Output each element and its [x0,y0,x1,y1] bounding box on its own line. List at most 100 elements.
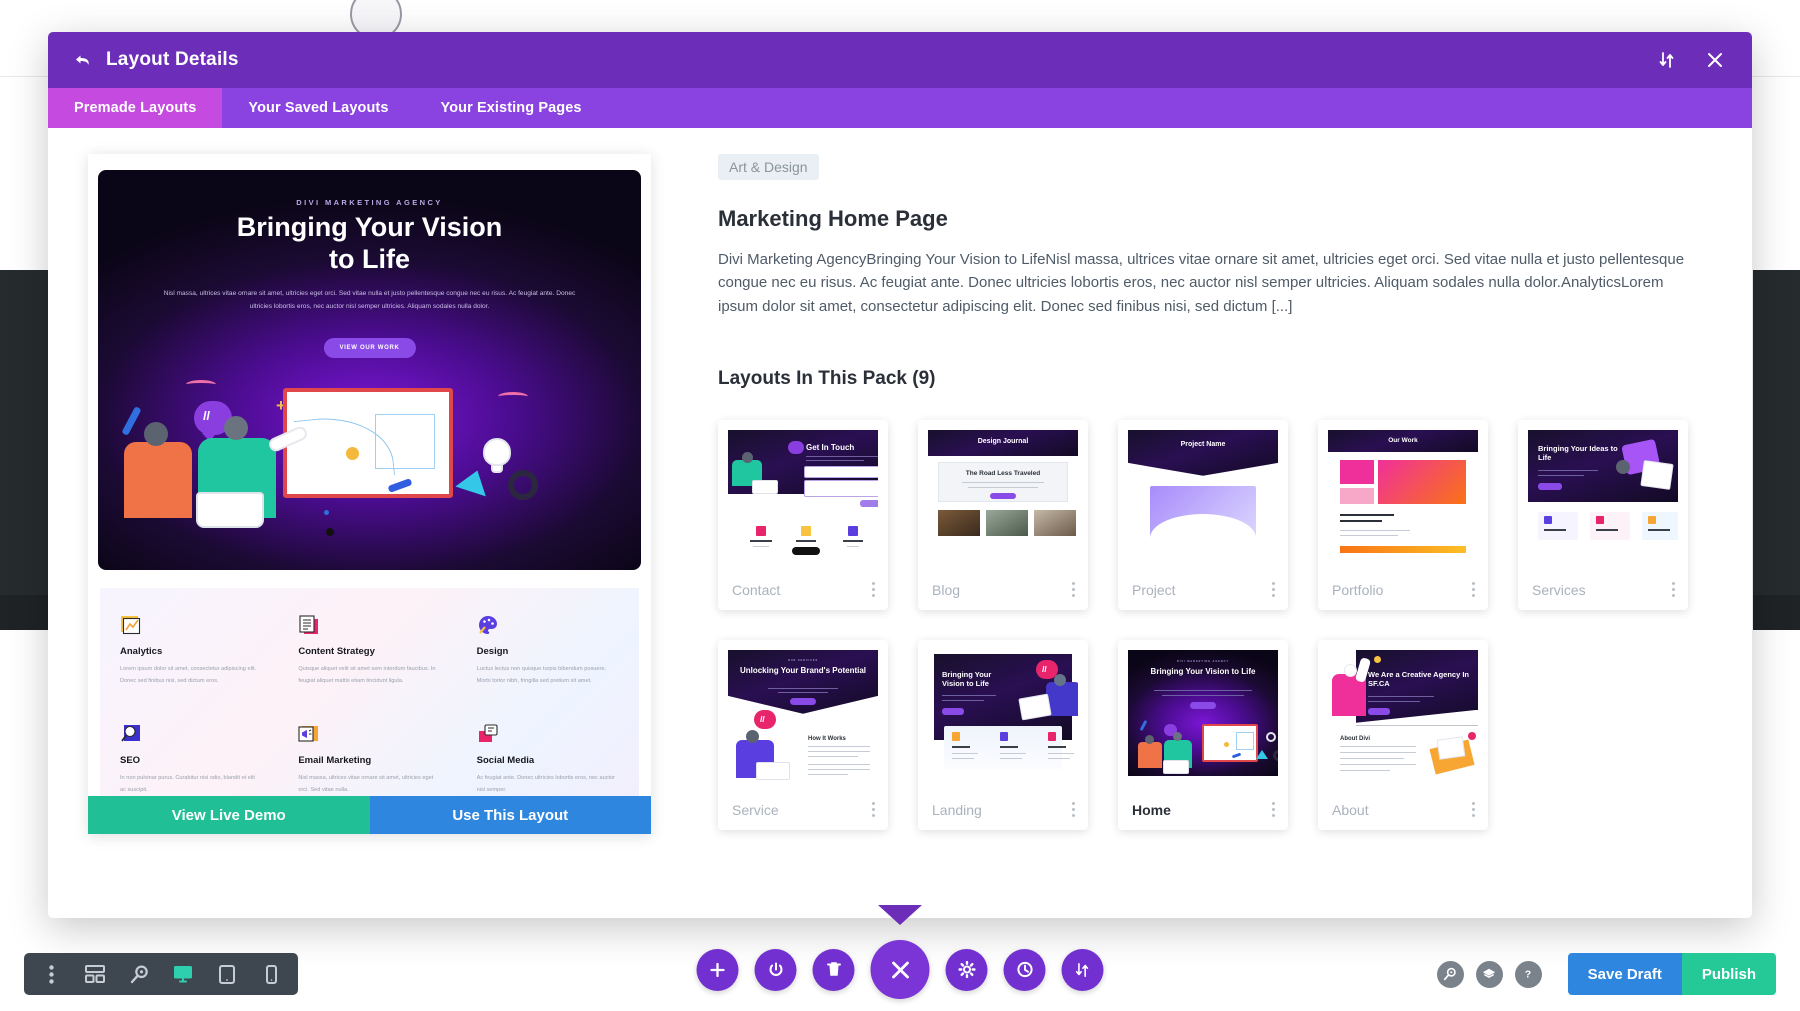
preview-service-title: Content Strategy [298,646,375,657]
sort-icon[interactable] [1061,948,1104,991]
close-icon[interactable] [870,940,930,999]
back-arrow-icon[interactable] [70,47,96,73]
layout-card-menu-icon[interactable] [1072,582,1075,598]
palette-icon [477,614,499,636]
help-icon[interactable]: ? [1514,960,1542,988]
layout-card-home[interactable]: DIVI MARKETING AGENCY Bringing Your Visi… [1118,639,1288,830]
hero-triangle-icon [455,465,493,497]
background-dark-block-right [1753,270,1800,600]
thumb-heading: Bringing Your Vision to Life [1150,666,1256,676]
close-x-icon[interactable] [1700,45,1730,75]
preview-service-text: Luctus lectus non quisque turpis bibendu… [476,666,607,684]
layout-description: Divi Marketing AgencyBringing Your Visio… [718,251,1685,315]
layout-card-name: Contact [732,581,781,598]
modal-tabbar: Premade Layouts Your Saved Layouts Your … [48,88,1752,128]
use-this-layout-button[interactable]: Use This Layout [369,796,651,834]
layout-preview-column: DIVI MARKETING AGENCY Bringing Your Visi… [48,128,678,918]
layout-thumb-portfolio: Our Work [1328,429,1478,570]
tab-premade-layouts[interactable]: Premade Layouts [48,88,223,128]
publish-button[interactable]: Publish [1681,953,1776,995]
preview-service-email-marketing: Email Marketing Nisl massa, ultrices vit… [286,711,452,796]
settings-icon[interactable] [945,948,988,991]
preview-service-title: Design [476,646,509,657]
hero-person-orange [124,442,192,518]
layout-card-menu-icon[interactable] [1472,582,1475,598]
layout-card-services[interactable]: Bringing Your Ideas to Life Services [1518,419,1688,610]
layout-thumb-landing: Bringing Your Vision to Life ll [928,649,1078,790]
thumb-heading: Bringing Your Vision to Life [942,669,992,689]
power-icon[interactable] [754,948,797,991]
save-draft-button[interactable]: Save Draft [1567,953,1682,995]
preview-hero: DIVI MARKETING AGENCY Bringing Your Visi… [98,170,641,570]
tab-your-existing-pages[interactable]: Your Existing Pages [415,88,608,128]
add-icon[interactable] [696,948,739,991]
layout-card-menu-icon[interactable] [1272,582,1275,598]
layout-card-project[interactable]: Project Name Project [1118,419,1288,610]
layout-card-footer: Portfolio [1318,570,1488,610]
layout-card-name: Blog [932,581,961,598]
layout-detail-column: Art & Design Marketing Home Page Divi Ma… [678,128,1752,918]
thumb-subheading: How It Works [808,735,846,742]
layout-card-menu-icon[interactable] [872,802,875,818]
preview-hero-heading: Bringing Your Vision to Life [98,212,641,275]
view-live-demo-button[interactable]: View Live Demo [88,796,370,834]
wireframe-icon[interactable] [76,955,114,993]
tablet-icon[interactable] [208,955,246,993]
preview-cta-row: View Live Demo Use This Layout [88,796,651,834]
layout-thumb-blog: Design Journal The Road Less Traveled [928,429,1078,570]
layout-card-footer: Project [1118,570,1288,610]
history-icon[interactable] [1003,948,1046,991]
layout-card-about[interactable]: We Are a Creative Agency In SF.CA About … [1318,639,1488,830]
layout-card-portfolio[interactable]: Our Work Portfolio [1318,419,1488,610]
preview-service-text: Lorem ipsum dolor sit amet, consectetur … [120,666,257,684]
hero-black-dot [326,528,334,536]
hero-yellow-dot [346,447,359,460]
thumb-heading: Our Work [1388,436,1418,444]
layout-thumb-contact: Get In Touch [728,429,878,570]
hero-squiggle-right-icon [498,392,528,401]
preview-service-title: Social Media [476,755,535,767]
preview-service-title: Analytics [120,646,163,657]
phone-icon[interactable] [252,955,290,993]
tab-your-saved-layouts[interactable]: Your Saved Layouts [222,88,414,128]
layout-card-name: Service [732,801,779,818]
layout-thumb-services: Bringing Your Ideas to Life [1528,429,1678,570]
layout-card-footer: Blog [918,570,1088,610]
layout-card-landing[interactable]: Bringing Your Vision to Life ll Landing [918,639,1088,830]
chart-icon [120,614,142,636]
thumb-heading: Get In Touch [806,442,855,452]
layout-card-menu-icon[interactable] [1672,582,1675,598]
layout-thumb-service: OUR SERVICES Unlocking Your Brand's Pote… [728,649,878,790]
layout-card-menu-icon[interactable] [872,582,875,598]
layout-card-name: Landing [932,801,982,818]
preview-hero-kicker: DIVI MARKETING AGENCY [296,198,443,207]
more-vertical-icon[interactable] [32,955,70,993]
layout-preview-scroll: DIVI MARKETING AGENCY Bringing Your Visi… [88,154,651,796]
layout-card-name: Services [1532,581,1586,598]
preview-service-text: Nisl massa, ultrices vitae ornare sit am… [298,775,434,794]
thumb-bubble-text: ll [760,714,765,724]
trash-icon[interactable] [812,948,855,991]
preview-hero-button[interactable]: VIEW OUR WORK [323,338,416,358]
layout-card-menu-icon[interactable] [1272,802,1275,818]
background-dark-block-left [0,270,48,600]
layers-icon[interactable] [1475,960,1503,988]
thumb-kicker: OUR SERVICES [787,658,819,662]
background-dark-block-right-lower [1753,595,1800,630]
layout-card-menu-icon[interactable] [1072,802,1075,818]
desktop-icon[interactable] [164,955,202,993]
layout-card-service[interactable]: OUR SERVICES Unlocking Your Brand's Pote… [718,639,888,830]
hero-whiteboard [283,388,453,498]
pack-heading: Layouts In This Pack (9) [718,367,936,389]
layout-card-footer: Service [718,790,888,830]
layout-card-menu-icon[interactable] [1472,802,1475,818]
modal-header: Layout Details [48,32,1752,88]
layout-card-contact[interactable]: Get In Touch Contact [718,419,888,610]
layout-details-modal: Layout Details Premade Layouts Your Save… [48,32,1752,918]
zoom-out-icon[interactable] [120,955,158,993]
preview-service-design: Design Luctus lectus non quisque turpis … [465,602,631,701]
svg-text:?: ? [1525,969,1531,981]
search-icon[interactable] [1436,960,1464,988]
sort-updown-icon[interactable] [1652,45,1682,75]
layout-card-blog[interactable]: Design Journal The Road Less Traveled Bl… [918,419,1088,610]
